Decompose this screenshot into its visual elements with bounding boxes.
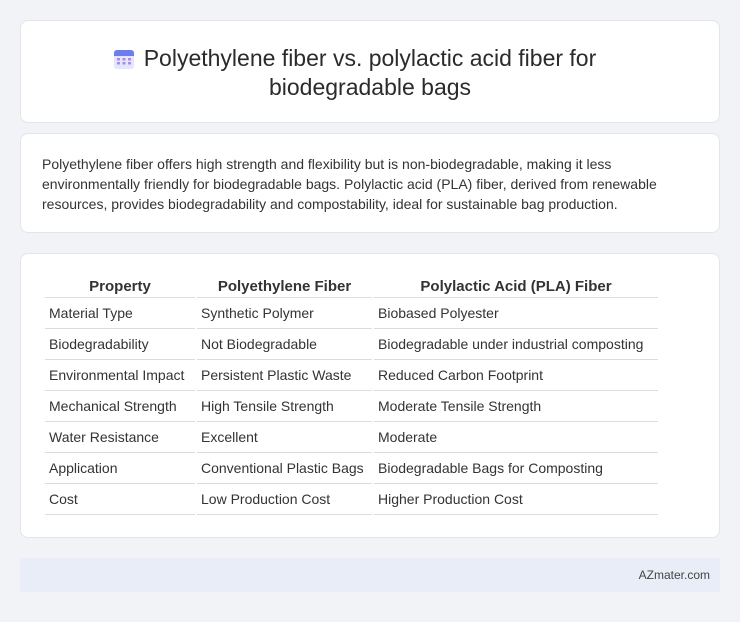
header-property: Property <box>45 276 195 298</box>
table-cell: Biodegradable under industrial compostin… <box>374 329 658 360</box>
title-line-2: biodegradable bags <box>268 74 472 100</box>
table-cell: Material Type <box>45 298 195 329</box>
table-cell: Higher Production Cost <box>374 484 658 515</box>
table-cell: Low Production Cost <box>197 484 372 515</box>
table-row: Biodegradability Not Biodegradable Biode… <box>45 329 658 360</box>
table-row: Mechanical Strength High Tensile Strengt… <box>45 391 658 422</box>
page-title: Polyethylene fiber vs. polylactic acid f… <box>21 44 719 102</box>
table-cell: Cost <box>45 484 195 515</box>
table-cell: Biobased Polyester <box>374 298 658 329</box>
footer-brand-link[interactable]: AZmater.com <box>639 568 710 582</box>
table-cell: Moderate Tensile Strength <box>374 391 658 422</box>
table-cell: Excellent <box>197 422 372 453</box>
title-line-1: Polyethylene fiber vs. polylactic acid f… <box>143 45 597 71</box>
table-cell: Synthetic Polymer <box>197 298 372 329</box>
table-cell: Application <box>45 453 195 484</box>
table-row: Environmental Impact Persistent Plastic … <box>45 360 658 391</box>
table-cell: Not Biodegradable <box>197 329 372 360</box>
title-card: Polyethylene fiber vs. polylactic acid f… <box>20 20 720 123</box>
summary-text: Polyethylene fiber offers high strength … <box>42 156 657 212</box>
header-pla: Polylactic Acid (PLA) Fiber <box>374 276 658 298</box>
comparison-card: Property Polyethylene Fiber Polylactic A… <box>20 253 720 538</box>
header-polyethylene: Polyethylene Fiber <box>197 276 372 298</box>
table-row: Material Type Synthetic Polymer Biobased… <box>45 298 658 329</box>
table-cell: Biodegradable Bags for Composting <box>374 453 658 484</box>
table-cell: Environmental Impact <box>45 360 195 391</box>
table-cell: Reduced Carbon Footprint <box>374 360 658 391</box>
table-row: Water Resistance Excellent Moderate <box>45 422 658 453</box>
table-row: Application Conventional Plastic Bags Bi… <box>45 453 658 484</box>
table-cell: High Tensile Strength <box>197 391 372 422</box>
table-cell: Conventional Plastic Bags <box>197 453 372 484</box>
comparison-table: Property Polyethylene Fiber Polylactic A… <box>43 276 660 515</box>
table-row: Cost Low Production Cost Higher Producti… <box>45 484 658 515</box>
table-cell: Moderate <box>374 422 658 453</box>
table-cell: Biodegradability <box>45 329 195 360</box>
summary-card: Polyethylene fiber offers high strength … <box>20 133 720 233</box>
footer-bar: AZmater.com <box>20 558 720 592</box>
table-header-row: Property Polyethylene Fiber Polylactic A… <box>45 276 658 298</box>
table-cell: Persistent Plastic Waste <box>197 360 372 391</box>
table-cell: Mechanical Strength <box>45 391 195 422</box>
table-cell: Water Resistance <box>45 422 195 453</box>
